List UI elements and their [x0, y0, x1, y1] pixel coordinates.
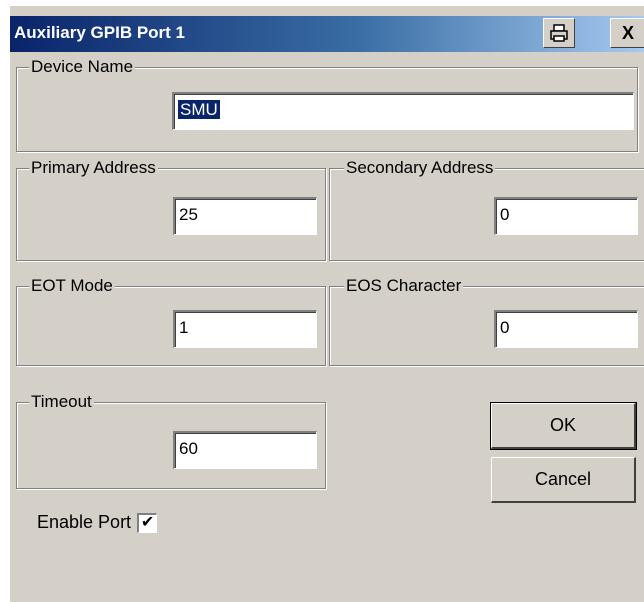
enable-port-checkbox[interactable]: ✔ [137, 512, 158, 533]
print-button[interactable] [543, 18, 575, 48]
title-bar[interactable]: Auxiliary GPIB Port 1 X [10, 16, 644, 52]
device-name-label: Device Name [29, 56, 136, 78]
eos-character-input[interactable]: 0 [494, 310, 638, 348]
enable-port-label: Enable Port [37, 512, 132, 532]
primary-address-input[interactable]: 25 [173, 197, 317, 235]
primary-address-group: Primary Address 25 [16, 157, 326, 261]
secondary-address-label: Secondary Address [344, 157, 496, 179]
primary-address-label: Primary Address [29, 157, 158, 179]
dialog-window: Auxiliary GPIB Port 1 X Device Name SMU … [9, 5, 644, 602]
ok-button[interactable]: OK [490, 402, 637, 450]
eos-character-group: EOS Character 0 [329, 275, 644, 366]
timeout-group: Timeout 60 [16, 391, 326, 489]
device-name-value: SMU [178, 100, 220, 119]
enable-port-row[interactable]: Enable Port ✔ [37, 512, 158, 533]
window-title: Auxiliary GPIB Port 1 [14, 23, 185, 42]
eot-mode-input[interactable]: 1 [173, 310, 317, 348]
eos-character-label: EOS Character [344, 275, 464, 297]
close-icon: X [621, 22, 634, 43]
secondary-address-input[interactable]: 0 [494, 197, 638, 235]
eot-mode-group: EOT Mode 1 [16, 275, 326, 366]
eot-mode-label: EOT Mode [29, 275, 115, 297]
printer-icon [550, 24, 568, 42]
cancel-button[interactable]: Cancel [491, 457, 636, 503]
device-name-input[interactable]: SMU [172, 92, 634, 130]
device-name-group: Device Name SMU [16, 56, 638, 152]
close-button[interactable]: X [610, 18, 644, 48]
timeout-label: Timeout [29, 391, 94, 413]
secondary-address-group: Secondary Address 0 [329, 157, 644, 261]
timeout-input[interactable]: 60 [173, 431, 317, 469]
